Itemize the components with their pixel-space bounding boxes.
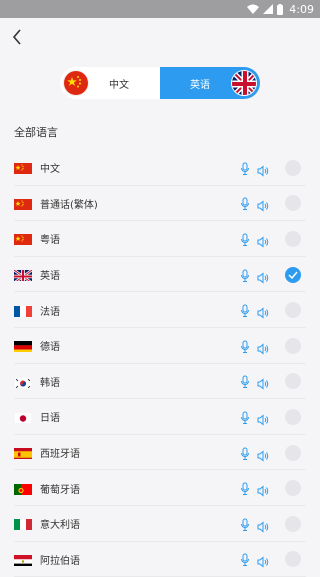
language-row[interactable]: 中文 bbox=[0, 150, 320, 186]
battery-icon bbox=[277, 3, 284, 15]
source-language-label: 中文 bbox=[109, 79, 129, 91]
language-row[interactable]: 日语 bbox=[0, 399, 320, 435]
portugal-flag-icon bbox=[14, 482, 32, 495]
language-name: 西班牙语 bbox=[40, 449, 80, 461]
language-radio[interactable] bbox=[285, 480, 301, 497]
speaker-icon bbox=[257, 269, 269, 284]
italy-flag-icon bbox=[14, 517, 32, 531]
source-language-button[interactable]: 中文 bbox=[60, 67, 160, 99]
uk-flag-icon bbox=[231, 70, 257, 96]
korea-flag-icon bbox=[14, 375, 32, 388]
microphone-icon bbox=[240, 196, 250, 211]
speaker-icon bbox=[257, 304, 269, 319]
speaker-icon bbox=[257, 553, 269, 568]
language-row[interactable]: 德语 bbox=[0, 328, 320, 364]
target-language-button[interactable]: 英语 bbox=[160, 67, 260, 99]
germany-flag-icon bbox=[14, 339, 32, 353]
language-radio[interactable] bbox=[285, 230, 301, 247]
microphone-icon bbox=[240, 374, 250, 389]
language-radio[interactable] bbox=[285, 515, 301, 532]
language-row[interactable]: 意大利语 bbox=[0, 506, 320, 542]
language-name: 英语 bbox=[40, 271, 60, 283]
microphone-icon bbox=[240, 410, 250, 424]
language-row[interactable]: 英语 bbox=[0, 257, 320, 293]
language-row[interactable]: 西班牙语 bbox=[0, 435, 320, 471]
microphone-icon bbox=[240, 481, 250, 496]
language-radio[interactable] bbox=[285, 408, 301, 425]
microphone-icon bbox=[240, 232, 250, 246]
uk-flag-icon bbox=[14, 268, 32, 282]
microphone-icon bbox=[240, 446, 250, 460]
language-radio[interactable] bbox=[285, 159, 301, 176]
speaker-icon bbox=[257, 197, 269, 212]
language-switcher: 中文 英语 bbox=[60, 67, 260, 99]
japan-flag-icon bbox=[14, 410, 32, 424]
china-flag-icon bbox=[14, 232, 32, 246]
microphone-icon bbox=[240, 552, 250, 567]
language-row[interactable]: 法语 bbox=[0, 292, 320, 328]
speaker-icon bbox=[257, 447, 269, 462]
language-name: 阿拉伯语 bbox=[40, 555, 80, 567]
microphone-icon bbox=[240, 303, 250, 318]
language-radio[interactable] bbox=[285, 373, 301, 390]
microphone-icon bbox=[240, 339, 250, 353]
header bbox=[0, 18, 320, 58]
language-radio[interactable] bbox=[285, 444, 301, 461]
egypt-flag-icon bbox=[14, 553, 32, 566]
speaker-icon bbox=[257, 411, 269, 426]
wifi-icon bbox=[247, 4, 260, 14]
language-radio[interactable] bbox=[285, 195, 301, 212]
spain-flag-icon bbox=[14, 446, 32, 460]
china-flag-icon bbox=[63, 70, 89, 96]
selected-radio-checkmark-icon[interactable] bbox=[285, 266, 301, 283]
language-name: 韩语 bbox=[40, 377, 60, 389]
language-name: 粤语 bbox=[40, 235, 60, 247]
france-flag-icon bbox=[14, 304, 32, 317]
language-list: 中文普通话(繁体) 粤语英语法语德语韩语日语西班牙语葡萄牙语意大利语阿拉伯语 bbox=[0, 150, 320, 577]
status-bar: 4:09 bbox=[0, 0, 320, 18]
speaker-icon bbox=[257, 482, 269, 497]
language-radio[interactable] bbox=[285, 337, 301, 354]
china-flag-icon bbox=[14, 197, 32, 210]
language-radio[interactable] bbox=[285, 302, 301, 319]
language-name: 普通话(繁体) bbox=[40, 199, 98, 211]
language-row[interactable]: 韩语 bbox=[0, 364, 320, 400]
language-row[interactable]: 普通话(繁体) bbox=[0, 186, 320, 222]
language-row[interactable]: 葡萄牙语 bbox=[0, 470, 320, 506]
microphone-icon bbox=[240, 517, 250, 531]
speaker-icon bbox=[257, 518, 269, 533]
language-name: 中文 bbox=[40, 164, 60, 176]
chevron-left-icon bbox=[12, 29, 21, 45]
speaker-icon bbox=[257, 375, 269, 390]
language-radio[interactable] bbox=[285, 551, 301, 568]
language-name: 日语 bbox=[40, 413, 60, 425]
section-title: 全部语言 bbox=[14, 126, 58, 139]
language-name: 葡萄牙语 bbox=[40, 484, 80, 496]
language-row[interactable]: 粤语 bbox=[0, 221, 320, 257]
microphone-icon bbox=[240, 161, 250, 175]
china-flag-icon bbox=[14, 161, 32, 175]
language-row[interactable]: 阿拉伯语 bbox=[0, 542, 320, 577]
microphone-icon bbox=[240, 268, 250, 282]
speaker-icon bbox=[257, 233, 269, 248]
signal-icon bbox=[263, 4, 274, 14]
target-language-label: 英语 bbox=[190, 79, 210, 91]
speaker-icon bbox=[257, 340, 269, 355]
language-name: 德语 bbox=[40, 342, 60, 354]
status-time: 4:09 bbox=[289, 2, 314, 16]
speaker-icon bbox=[257, 162, 269, 177]
language-name: 意大利语 bbox=[40, 520, 80, 532]
back-button[interactable] bbox=[8, 26, 26, 48]
language-name: 法语 bbox=[40, 306, 60, 318]
